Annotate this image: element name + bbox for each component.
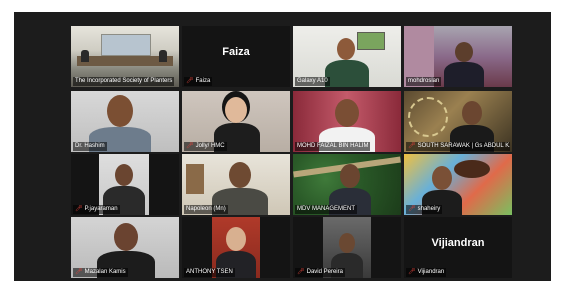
participant-display-name: Faiza: [222, 46, 250, 58]
participant-tile[interactable]: mohdroslan: [404, 26, 512, 87]
muted-mic-icon: 🎤︎: [75, 269, 83, 275]
muted-mic-icon: 🎤︎: [186, 143, 194, 149]
participant-tile[interactable]: Faiza 🎤︎ Faiza: [182, 26, 290, 87]
background-art: [408, 97, 448, 137]
projector-screen: [101, 34, 151, 56]
muted-mic-icon: 🎤︎: [408, 143, 416, 149]
attendee: [159, 50, 167, 62]
meeting-window: The Incorporated Society of Planters Fai…: [0, 0, 565, 291]
participant-tile[interactable]: Napoleon (Mn): [182, 154, 290, 215]
participant-name-label: mohdroslan: [406, 77, 442, 86]
participant-tile[interactable]: Galaxy A10: [293, 26, 401, 87]
participant-tile[interactable]: 🎤︎ shaheiry: [404, 154, 512, 215]
participant-name-label: 🎤︎ SOUTH SARAWAK | Gs ABDUL K...: [406, 142, 510, 151]
participant-display-name: Vijiandran: [431, 237, 485, 249]
muted-mic-icon: 🎤︎: [408, 206, 416, 212]
participant-name-label: 🎤︎ Faiza: [184, 77, 213, 86]
participant-name-label: Napoleon (Mn): [184, 205, 228, 214]
muted-mic-icon: 🎤︎: [297, 269, 305, 275]
participant-tile[interactable]: 🎤︎ SOUTH SARAWAK | Gs ABDUL K...: [404, 91, 512, 152]
attendee: [81, 50, 89, 62]
participant-tile[interactable]: 🎤︎ David Pereira: [293, 217, 401, 278]
muted-mic-icon: 🎤︎: [408, 269, 416, 275]
participant-figure: [325, 34, 369, 87]
participant-tile[interactable]: Vijiandran 🎤︎ Vijiandran: [404, 217, 512, 278]
participant-tile[interactable]: ANTHONY TSEN: [182, 217, 290, 278]
muted-mic-icon: 🎤︎: [186, 78, 194, 84]
participant-tile[interactable]: MOHD FAIZAL BIN HALIM: [293, 91, 401, 152]
participant-tile[interactable]: Dr. Hashim: [71, 91, 179, 152]
participant-tile[interactable]: The Incorporated Society of Planters: [71, 26, 179, 87]
participant-tile[interactable]: 🎤︎ P.jayaraman: [71, 154, 179, 215]
participant-tile[interactable]: MDV MANAGEMENT: [293, 154, 401, 215]
participant-name-label: 🎤︎ David Pereira: [295, 268, 345, 277]
muted-mic-icon: 🎤︎: [75, 206, 83, 212]
participant-name-label: 🎤︎ Vijiandran: [406, 268, 447, 277]
participant-tile[interactable]: 🎤︎ Mazalan Kamis: [71, 217, 179, 278]
participant-name-label: MOHD FAIZAL BIN HALIM: [295, 142, 371, 151]
participant-tile[interactable]: 🎤︎ Jolly/ HMC: [182, 91, 290, 152]
participant-name-label: Galaxy A10: [295, 77, 330, 86]
participant-name-label: 🎤︎ Jolly/ HMC: [184, 142, 227, 151]
participant-name-label: 🎤︎ shaheiry: [406, 205, 443, 214]
participant-name-label: ANTHONY TSEN: [184, 268, 235, 277]
participant-name-label: The Incorporated Society of Planters: [73, 77, 175, 86]
participant-figure: [444, 40, 484, 87]
participant-name-label: MDV MANAGEMENT: [295, 205, 358, 214]
shelf: [186, 164, 204, 194]
participant-name-label: 🎤︎ Mazalan Kamis: [73, 268, 128, 277]
gallery-view: The Incorporated Society of Planters Fai…: [14, 12, 551, 281]
participant-name-label: Dr. Hashim: [73, 142, 107, 151]
participant-name-label: 🎤︎ P.jayaraman: [73, 205, 120, 214]
